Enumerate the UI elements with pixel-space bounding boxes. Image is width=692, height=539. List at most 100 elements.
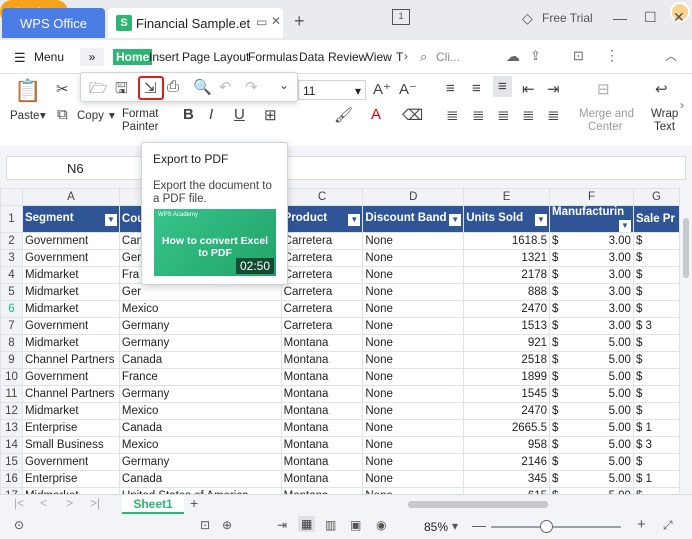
row-number[interactable]: 15 <box>0 453 23 471</box>
cell-disc[interactable]: None <box>362 334 465 352</box>
comment-icon[interactable]: ⊡ <box>573 48 584 64</box>
font-size-select[interactable]: 11 ▾ <box>298 80 366 100</box>
scrollbar-thumb[interactable] <box>683 218 689 278</box>
undo-icon[interactable]: ↶ <box>219 78 232 96</box>
row-number[interactable]: 5 <box>0 283 23 301</box>
paste-button[interactable]: Paste <box>10 110 39 123</box>
cell-cty[interactable]: France <box>118 368 282 386</box>
cell-cty[interactable]: Canada <box>118 351 282 369</box>
cell-units[interactable]: 958 <box>463 436 551 454</box>
cell-disc[interactable]: None <box>362 266 465 284</box>
fill-color-icon[interactable]: 🖌 <box>334 106 353 124</box>
filter-dropdown-icon[interactable]: ▼ <box>104 214 117 226</box>
cell-prod[interactable]: Montana <box>280 470 364 488</box>
cell-prod[interactable]: Montana <box>280 368 364 386</box>
open-folder-icon[interactable]: 🗁 <box>89 78 108 103</box>
cell-disc[interactable]: None <box>362 300 465 318</box>
zoom-out-icon[interactable]: — <box>472 517 486 533</box>
cell-seg[interactable]: Channel Partners <box>21 351 120 369</box>
cell-manufacturing[interactable]: $5.00 <box>549 402 634 420</box>
header-cell-segment[interactable]: Segment ▼ <box>21 205 120 233</box>
cell-sale-price[interactable]: $ 3 <box>632 317 680 335</box>
cell-cty[interactable]: Canada <box>118 470 282 488</box>
row-number[interactable]: 12 <box>0 402 23 420</box>
align-top-icon[interactable]: ≡ <box>446 80 455 97</box>
borders-icon[interactable]: ⊞ <box>264 106 277 124</box>
align-left-icon[interactable]: ≣ <box>446 106 459 124</box>
cell-units[interactable]: 2178 <box>463 266 551 284</box>
reading-mode-icon[interactable]: ◉ <box>376 518 386 532</box>
header-cell-manufacturing[interactable]: Manufacturin ▼ <box>549 205 634 233</box>
header-cell-sale-price[interactable]: Sale Pr <box>632 205 680 233</box>
cell-sale-price[interactable]: $ <box>632 249 680 267</box>
merge-center-label-1[interactable]: Merge and <box>579 108 634 121</box>
cell-disc[interactable]: None <box>362 249 465 267</box>
cell-units[interactable]: 2665.5 <box>463 419 551 437</box>
cell-manufacturing[interactable]: $3.00 <box>549 300 634 318</box>
cell-sale-price[interactable]: $ 3 <box>632 436 680 454</box>
column-header-g[interactable]: G <box>632 188 680 206</box>
tab-insert[interactable]: Insert <box>149 50 179 64</box>
row-number[interactable]: 4 <box>0 266 23 284</box>
font-color-icon[interactable]: A <box>371 106 381 123</box>
free-trial-link[interactable]: Free Trial <box>542 11 593 25</box>
more-icon[interactable]: ⋮ <box>605 47 619 64</box>
cell-cty[interactable]: Mexico <box>118 402 282 420</box>
cell-cty[interactable]: Mexico <box>118 436 282 454</box>
cell-disc[interactable]: None <box>362 368 465 386</box>
filter-dropdown-icon[interactable]: ▼ <box>449 214 462 226</box>
indent-icon[interactable]: ⇥ <box>547 80 560 98</box>
row-number[interactable]: 9 <box>0 351 23 369</box>
cell-sale-price[interactable]: $ <box>632 453 680 471</box>
sheet-tab-sheet1[interactable]: Sheet1 <box>122 495 184 514</box>
cell-sale-price[interactable]: $ 1 <box>632 470 680 488</box>
cell-seg[interactable]: Midmarket <box>21 283 120 301</box>
menu-button[interactable]: Menu <box>34 50 64 64</box>
cell-seg[interactable]: Midmarket <box>21 300 120 318</box>
cell-cty[interactable]: Germany <box>118 317 282 335</box>
underline-icon[interactable]: U <box>234 106 245 123</box>
zoom-slider-knob[interactable] <box>540 520 553 533</box>
row-number[interactable]: 13 <box>0 419 23 437</box>
justify-icon[interactable]: ≣ <box>522 106 535 124</box>
cell-prod[interactable]: Montana <box>280 419 364 437</box>
cell-seg[interactable]: Midmarket <box>21 402 120 420</box>
align-bottom-icon[interactable]: ≡ <box>493 76 512 97</box>
minimize-icon[interactable]: — <box>613 10 627 26</box>
column-header-a[interactable]: A <box>21 188 120 206</box>
cloud-icon[interactable]: ☁ <box>506 48 520 65</box>
monitor-icon[interactable]: ▭ <box>256 15 267 29</box>
cell-sale-price[interactable]: $ <box>632 334 680 352</box>
new-tab-icon[interactable]: + <box>294 11 305 32</box>
cell-units[interactable]: 1899 <box>463 368 551 386</box>
cell-cty[interactable]: Ger <box>118 283 282 301</box>
hamburger-icon[interactable]: ☰ <box>14 50 26 66</box>
cell-disc[interactable]: None <box>362 317 465 335</box>
cell-seg[interactable]: Enterprise <box>21 470 120 488</box>
cell-disc[interactable]: None <box>362 470 465 488</box>
tab-data[interactable]: Data <box>299 50 324 64</box>
cell-manufacturing[interactable]: $3.00 <box>549 266 634 284</box>
row-number[interactable]: 10 <box>0 368 23 386</box>
cell-units[interactable]: 345 <box>463 470 551 488</box>
cell-prod[interactable]: Carretera <box>280 266 364 284</box>
align-middle-icon[interactable]: ≡ <box>472 80 481 97</box>
tab-formulas[interactable]: Formulas <box>248 50 298 64</box>
cell-manufacturing[interactable]: $3.00 <box>549 317 634 335</box>
merge-center-label-2[interactable]: Center <box>588 121 623 134</box>
wrap-text-label-2[interactable]: Text <box>654 121 675 134</box>
cell-manufacturing[interactable]: $3.00 <box>549 249 634 267</box>
share-icon[interactable]: ⇪ <box>530 48 541 64</box>
next-sheet-icon[interactable]: > <box>66 496 73 510</box>
close-window-icon[interactable]: ✕ <box>673 9 685 26</box>
italic-icon[interactable]: I <box>209 106 213 123</box>
cell-seg[interactable]: Government <box>21 368 120 386</box>
maximize-icon[interactable]: ☐ <box>644 9 657 26</box>
merge-icon[interactable]: ⊟ <box>597 80 610 98</box>
cell-manufacturing[interactable]: $5.00 <box>549 436 634 454</box>
cell-disc[interactable]: None <box>362 232 465 250</box>
cell-disc[interactable]: None <box>362 351 465 369</box>
select-all-corner[interactable] <box>0 188 23 206</box>
window-list-icon[interactable]: 1 <box>392 9 410 25</box>
cell-disc[interactable]: None <box>362 419 465 437</box>
